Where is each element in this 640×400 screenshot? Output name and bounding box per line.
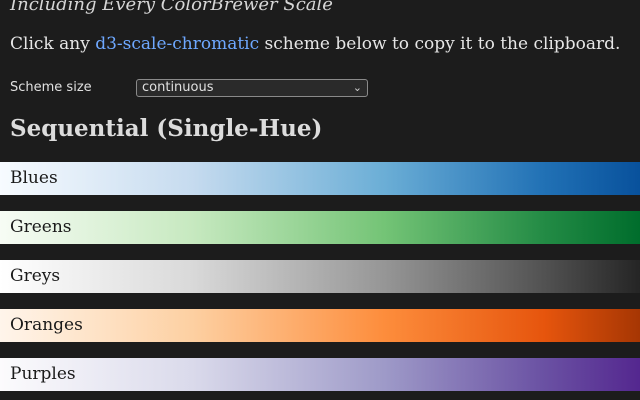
scheme-greens[interactable]: Greens xyxy=(0,211,640,244)
scheme-label: Purples xyxy=(10,364,76,384)
scheme-label: Greens xyxy=(10,217,72,237)
intro-text: Click any d3-scale-chromatic scheme belo… xyxy=(10,34,620,54)
scheme-size-label: Scheme size xyxy=(10,80,92,95)
scheme-greys[interactable]: Greys xyxy=(0,260,640,293)
scheme-label: Oranges xyxy=(10,315,83,335)
intro-text-before: Click any xyxy=(10,34,96,54)
chevron-down-icon: ⌄ xyxy=(352,81,362,94)
scheme-purples[interactable]: Purples xyxy=(0,358,640,391)
scheme-size-select[interactable]: continuous ⌄ xyxy=(136,79,368,97)
d3-scale-chromatic-link[interactable]: d3-scale-chromatic xyxy=(95,34,259,54)
section-title: Sequential (Single-Hue) xyxy=(10,115,323,142)
scheme-blues[interactable]: Blues xyxy=(0,162,640,195)
page: Including Every ColorBrewer Scale Click … xyxy=(0,0,640,400)
scheme-label: Blues xyxy=(10,168,58,188)
scheme-label: Greys xyxy=(10,266,61,286)
intro-text-after: scheme below to copy it to the clipboard… xyxy=(259,34,621,54)
scheme-oranges[interactable]: Oranges xyxy=(0,309,640,342)
page-subtitle: Including Every ColorBrewer Scale xyxy=(10,0,333,15)
scheme-size-value: continuous xyxy=(142,80,214,95)
